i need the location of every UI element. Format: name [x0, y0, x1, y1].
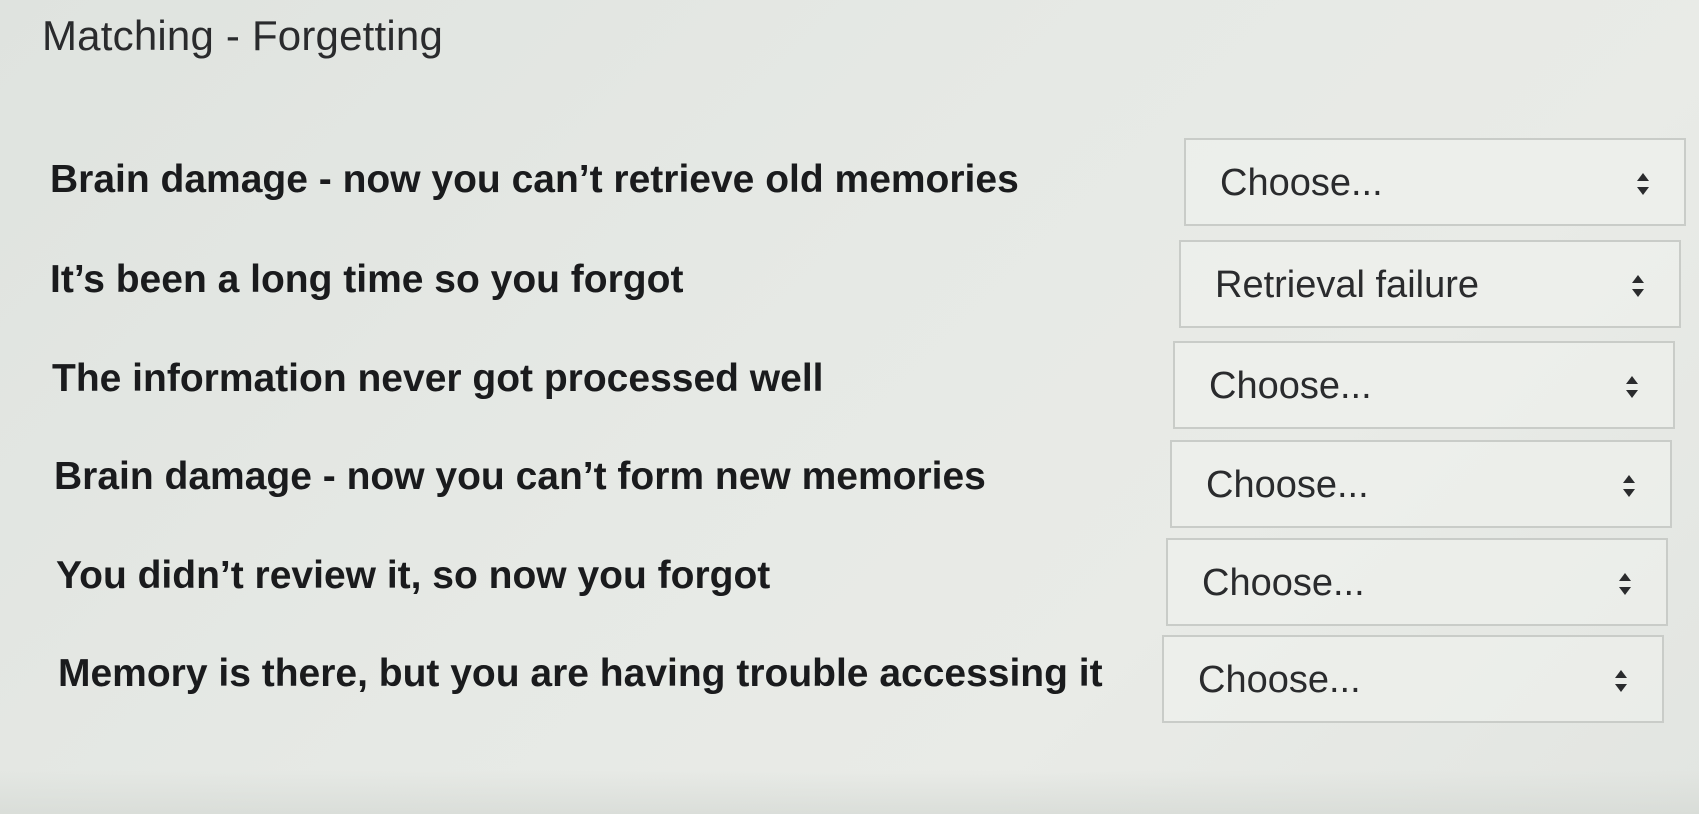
match-stem: It’s been a long time so you forgot	[50, 258, 684, 301]
answer-select[interactable]: Choose...	[1173, 341, 1675, 429]
up-down-chevron-icon	[1631, 272, 1645, 300]
quiz-page: Matching - Forgetting Brain damage - now…	[0, 0, 1699, 814]
match-row: Memory is there, but you are having trou…	[58, 634, 1698, 726]
answer-select[interactable]: Choose...	[1166, 538, 1668, 626]
up-down-chevron-icon	[1622, 472, 1636, 500]
select-value: Choose...	[1209, 365, 1372, 407]
up-down-chevron-icon	[1614, 667, 1628, 695]
answer-select[interactable]: Choose...	[1170, 440, 1672, 528]
match-stem: Memory is there, but you are having trou…	[58, 652, 1103, 695]
answer-select[interactable]: Choose...	[1184, 138, 1686, 226]
up-down-chevron-icon	[1618, 570, 1632, 598]
page-bottom-shade	[0, 770, 1699, 814]
answer-select[interactable]: Choose...	[1162, 635, 1664, 723]
match-row: You didn’t review it, so now you forgot …	[56, 536, 1696, 628]
match-stem: The information never got processed well	[52, 357, 824, 400]
match-stem: Brain damage - now you can’t retrieve ol…	[50, 158, 1019, 201]
up-down-chevron-icon	[1625, 373, 1639, 401]
match-stem: You didn’t review it, so now you forgot	[56, 554, 771, 597]
up-down-chevron-icon	[1636, 170, 1650, 198]
match-stem: Brain damage - now you can’t form new me…	[54, 455, 986, 498]
select-value: Retrieval failure	[1215, 264, 1479, 306]
matching-table: Brain damage - now you can’t retrieve ol…	[0, 0, 1699, 814]
select-value: Choose...	[1206, 464, 1369, 506]
match-row: Brain damage - now you can’t retrieve ol…	[50, 138, 1690, 232]
answer-select[interactable]: Retrieval failure	[1179, 240, 1681, 328]
select-value: Choose...	[1202, 562, 1365, 604]
match-row: Brain damage - now you can’t form new me…	[54, 437, 1694, 529]
select-value: Choose...	[1220, 162, 1383, 204]
select-value: Choose...	[1198, 659, 1361, 701]
match-row: The information never got processed well…	[52, 339, 1692, 431]
match-row: It’s been a long time so you forgot Retr…	[50, 240, 1690, 332]
